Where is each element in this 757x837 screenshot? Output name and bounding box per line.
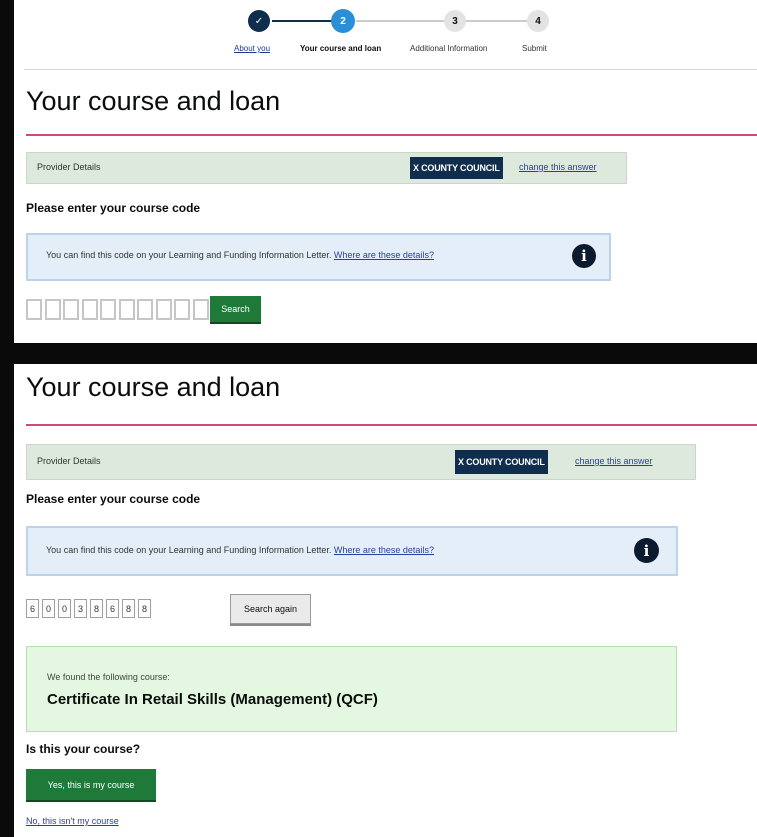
code-digit-input[interactable]: 8 — [122, 599, 135, 618]
step-submit-label: Submit — [522, 44, 547, 53]
page-title: Your course and loan — [26, 86, 281, 116]
course-found-panel: Your course and loan Provider Details X … — [14, 364, 757, 837]
info-text: You can find this code on your Learning … — [46, 250, 434, 260]
code-digit-input[interactable] — [137, 299, 153, 320]
code-digit-input[interactable] — [118, 299, 135, 320]
code-digit-input[interactable]: 6 — [106, 599, 119, 618]
course-found-box: We found the following course: Certifica… — [26, 646, 677, 732]
where-are-details-link[interactable]: Where are these details? — [334, 545, 434, 555]
code-digit-input[interactable] — [44, 299, 61, 320]
step-about-you-link[interactable]: About you — [234, 44, 270, 53]
code-digit-input[interactable] — [81, 299, 98, 320]
progress-line-todo — [356, 20, 528, 22]
code-digit-input[interactable]: 8 — [90, 599, 103, 618]
change-answer-link[interactable]: change this answer — [519, 162, 597, 172]
code-digit-input[interactable]: 0 — [42, 599, 55, 618]
search-button[interactable]: Search — [210, 296, 261, 322]
course-code-question: Please enter your course code — [26, 201, 201, 215]
course-code-entry-panel: ✓ 2 3 4 About you Your course and loan A… — [14, 0, 757, 343]
title-underline — [26, 134, 757, 136]
code-digit-input[interactable]: 0 — [58, 599, 71, 618]
step-2-marker: 2 — [331, 9, 355, 33]
provider-details-box: Provider Details X COUNTY COUNCIL change… — [26, 152, 627, 184]
provider-details-label: Provider Details — [37, 456, 101, 466]
page-title: Your course and loan — [26, 372, 281, 402]
change-answer-link[interactable]: change this answer — [575, 456, 653, 466]
code-digit-input[interactable]: 6 — [26, 599, 39, 618]
header-divider — [24, 69, 757, 70]
course-code-inputs — [26, 299, 211, 320]
course-name: Certificate In Retail Skills (Management… — [47, 691, 378, 708]
yes-my-course-button[interactable]: Yes, this is my course — [26, 769, 156, 800]
provider-details-box: Provider Details X COUNTY COUNCIL change… — [26, 444, 696, 480]
step-course-and-loan-label: Your course and loan — [300, 44, 382, 53]
not-my-course-link[interactable]: No, this isn't my course — [26, 816, 119, 826]
code-digit-input[interactable] — [63, 299, 79, 320]
found-course-text: We found the following course: — [47, 672, 170, 682]
info-icon: i — [634, 538, 659, 563]
where-are-details-link[interactable]: Where are these details? — [334, 250, 434, 260]
code-digit-input[interactable] — [100, 299, 116, 320]
code-digit-input[interactable]: 3 — [74, 599, 87, 618]
info-text: You can find this code on your Learning … — [46, 545, 434, 555]
provider-details-label: Provider Details — [37, 162, 101, 172]
title-underline — [26, 424, 757, 426]
council-badge: X COUNTY COUNCIL — [455, 450, 548, 474]
code-digit-input[interactable] — [174, 299, 190, 320]
info-icon: i — [572, 244, 596, 268]
code-digit-input[interactable] — [155, 299, 172, 320]
step-1-check-icon: ✓ — [248, 10, 270, 32]
info-box: You can find this code on your Learning … — [26, 526, 678, 576]
step-3-marker: 3 — [444, 10, 466, 32]
council-badge: X COUNTY COUNCIL — [410, 157, 503, 179]
step-additional-information-label: Additional Information — [410, 44, 488, 53]
code-digit-input[interactable] — [192, 299, 209, 320]
is-this-your-course-question: Is this your course? — [26, 742, 141, 756]
search-again-button[interactable]: Search again — [230, 594, 311, 624]
course-code-question: Please enter your course code — [26, 492, 201, 506]
step-4-marker: 4 — [527, 10, 549, 32]
course-code-inputs: 6 0 0 3 8 6 8 8 — [26, 599, 154, 618]
info-box: You can find this code on your Learning … — [26, 233, 611, 281]
code-digit-input[interactable]: 8 — [138, 599, 151, 618]
code-digit-input[interactable] — [26, 299, 42, 320]
progress-steps: ✓ 2 3 4 About you Your course and loan A… — [14, 0, 757, 70]
